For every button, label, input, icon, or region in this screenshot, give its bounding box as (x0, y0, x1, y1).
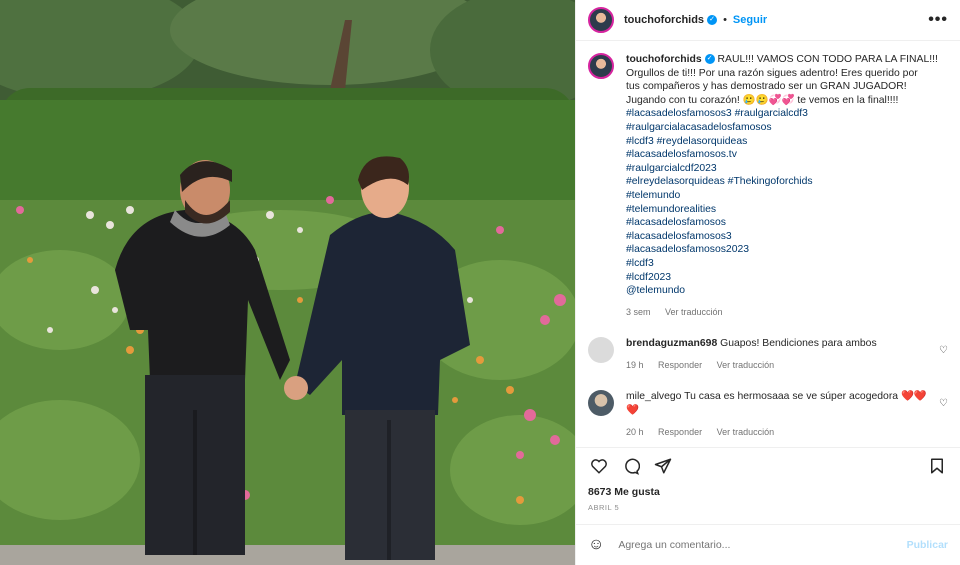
commenter-avatar[interactable] (588, 390, 614, 417)
post-photo[interactable] (0, 0, 575, 565)
comment-like-icon[interactable]: ♡ (939, 345, 948, 356)
follow-button[interactable]: Seguir (733, 14, 767, 26)
verified-icon: ✓ (707, 15, 718, 25)
hashtag-link[interactable]: #lcdf3 #reydelasorquideas (626, 135, 948, 149)
comment-time: 19 h (626, 359, 644, 370)
translate-link[interactable]: Ver traducción (665, 307, 723, 317)
post-date: ABRIL 5 (588, 503, 620, 512)
comment-text: Tu casa es hermosaaa se ve súper acogedo… (684, 391, 899, 403)
heart-icon[interactable] (588, 455, 610, 477)
hashtag-link[interactable]: #raulgarcialcdf2023 (626, 162, 948, 176)
comment-item: brendaguzman698 Guapos! Bendiciones para… (588, 337, 948, 372)
author-avatar[interactable] (588, 7, 614, 33)
caption-line: RAUL!!! VAMOS CON TODO PARA LA FINAL!!! (717, 54, 938, 65)
caption-line: Orgullos de ti!!! Por una razón sigues a… (626, 67, 918, 79)
caption-meta: 3 sem Ver traducción (626, 306, 948, 320)
more-options-icon[interactable]: ••• (928, 11, 948, 29)
hashtag-link[interactable]: #telemundorealities (626, 203, 948, 217)
comment-meta: 19 h Responder Ver traducción (626, 359, 928, 373)
hashtag-link[interactable]: #lacasadelosfamosos.tv (626, 148, 948, 162)
comment-icon[interactable] (620, 455, 642, 477)
comments-area[interactable]: touchoforchids ✓ RAUL!!! VAMOS CON TODO P… (576, 41, 960, 447)
like-count[interactable]: 8673 Me gusta (576, 486, 960, 498)
hashtag-link[interactable]: #lcdf2023 (626, 271, 948, 285)
hashtag-link[interactable]: #lcdf3 (626, 257, 948, 271)
hashtag-link[interactable]: #lacasadelosfamosos2023 (626, 243, 948, 257)
post-header: touchoforchids ✓ • Seguir ••• (576, 0, 960, 41)
save-icon[interactable] (926, 455, 948, 477)
commenter-avatar[interactable] (588, 337, 614, 364)
comment-meta: 20 h Responder Ver traducción (626, 426, 928, 440)
hashtag-link[interactable]: #elreydelasorquideas #Thekingoforchids (626, 175, 948, 189)
translate-link[interactable]: Ver traducción (717, 427, 775, 437)
translate-link[interactable]: Ver traducción (717, 360, 775, 370)
action-bar (576, 447, 960, 484)
hashtag-link[interactable]: #lacasadelosfamosos3 (626, 230, 948, 244)
comment-time: 20 h (626, 426, 644, 437)
add-comment-bar: ☺ Publicar (576, 524, 960, 565)
share-icon[interactable] (652, 455, 674, 477)
photo-illustration (0, 0, 575, 565)
hashtag-link[interactable]: #raulgarcialacasadelosfamosos (626, 121, 948, 135)
caption-avatar[interactable] (588, 53, 614, 79)
caption-line: Jugando con tu corazón! 🥲🥲💞💞 te vemos en… (626, 94, 899, 106)
reply-link[interactable]: Responder (658, 360, 702, 370)
caption: touchoforchids ✓ RAUL!!! VAMOS CON TODO P… (588, 53, 948, 319)
hashtag-link[interactable]: #telemundo (626, 189, 948, 203)
author-username[interactable]: touchoforchids (624, 14, 704, 26)
caption-line: tus compañeros y has demostrado ser un G… (626, 81, 907, 93)
comment-username[interactable]: mile_alvego (626, 391, 681, 402)
comment-item: mile_alvego Tu casa es hermosaaa se ve s… (588, 390, 948, 439)
caption-username[interactable]: touchoforchids (626, 54, 702, 65)
mention-link[interactable]: @telemundo (626, 284, 948, 298)
publish-button[interactable]: Publicar (907, 539, 948, 551)
comment-input[interactable] (616, 538, 907, 552)
caption-time: 3 sem (626, 306, 651, 317)
comment-like-icon[interactable]: ♡ (939, 398, 948, 409)
reply-link[interactable]: Responder (658, 427, 702, 437)
hashtag-link[interactable]: #lacasadelosfamosos (626, 216, 948, 230)
separator-dot: • (723, 14, 727, 26)
post-panel: touchoforchids ✓ • Seguir ••• touchoforc… (575, 0, 960, 565)
verified-icon: ✓ (704, 54, 715, 65)
comment-username[interactable]: brendaguzman698 (626, 338, 717, 349)
comment-text: Guapos! Bendiciones para ambos (720, 338, 877, 350)
emoji-icon[interactable]: ☺ (588, 536, 604, 554)
hashtag-link[interactable]: #lacasadelosfamosos3 #raulgarcialcdf3 (626, 107, 948, 121)
